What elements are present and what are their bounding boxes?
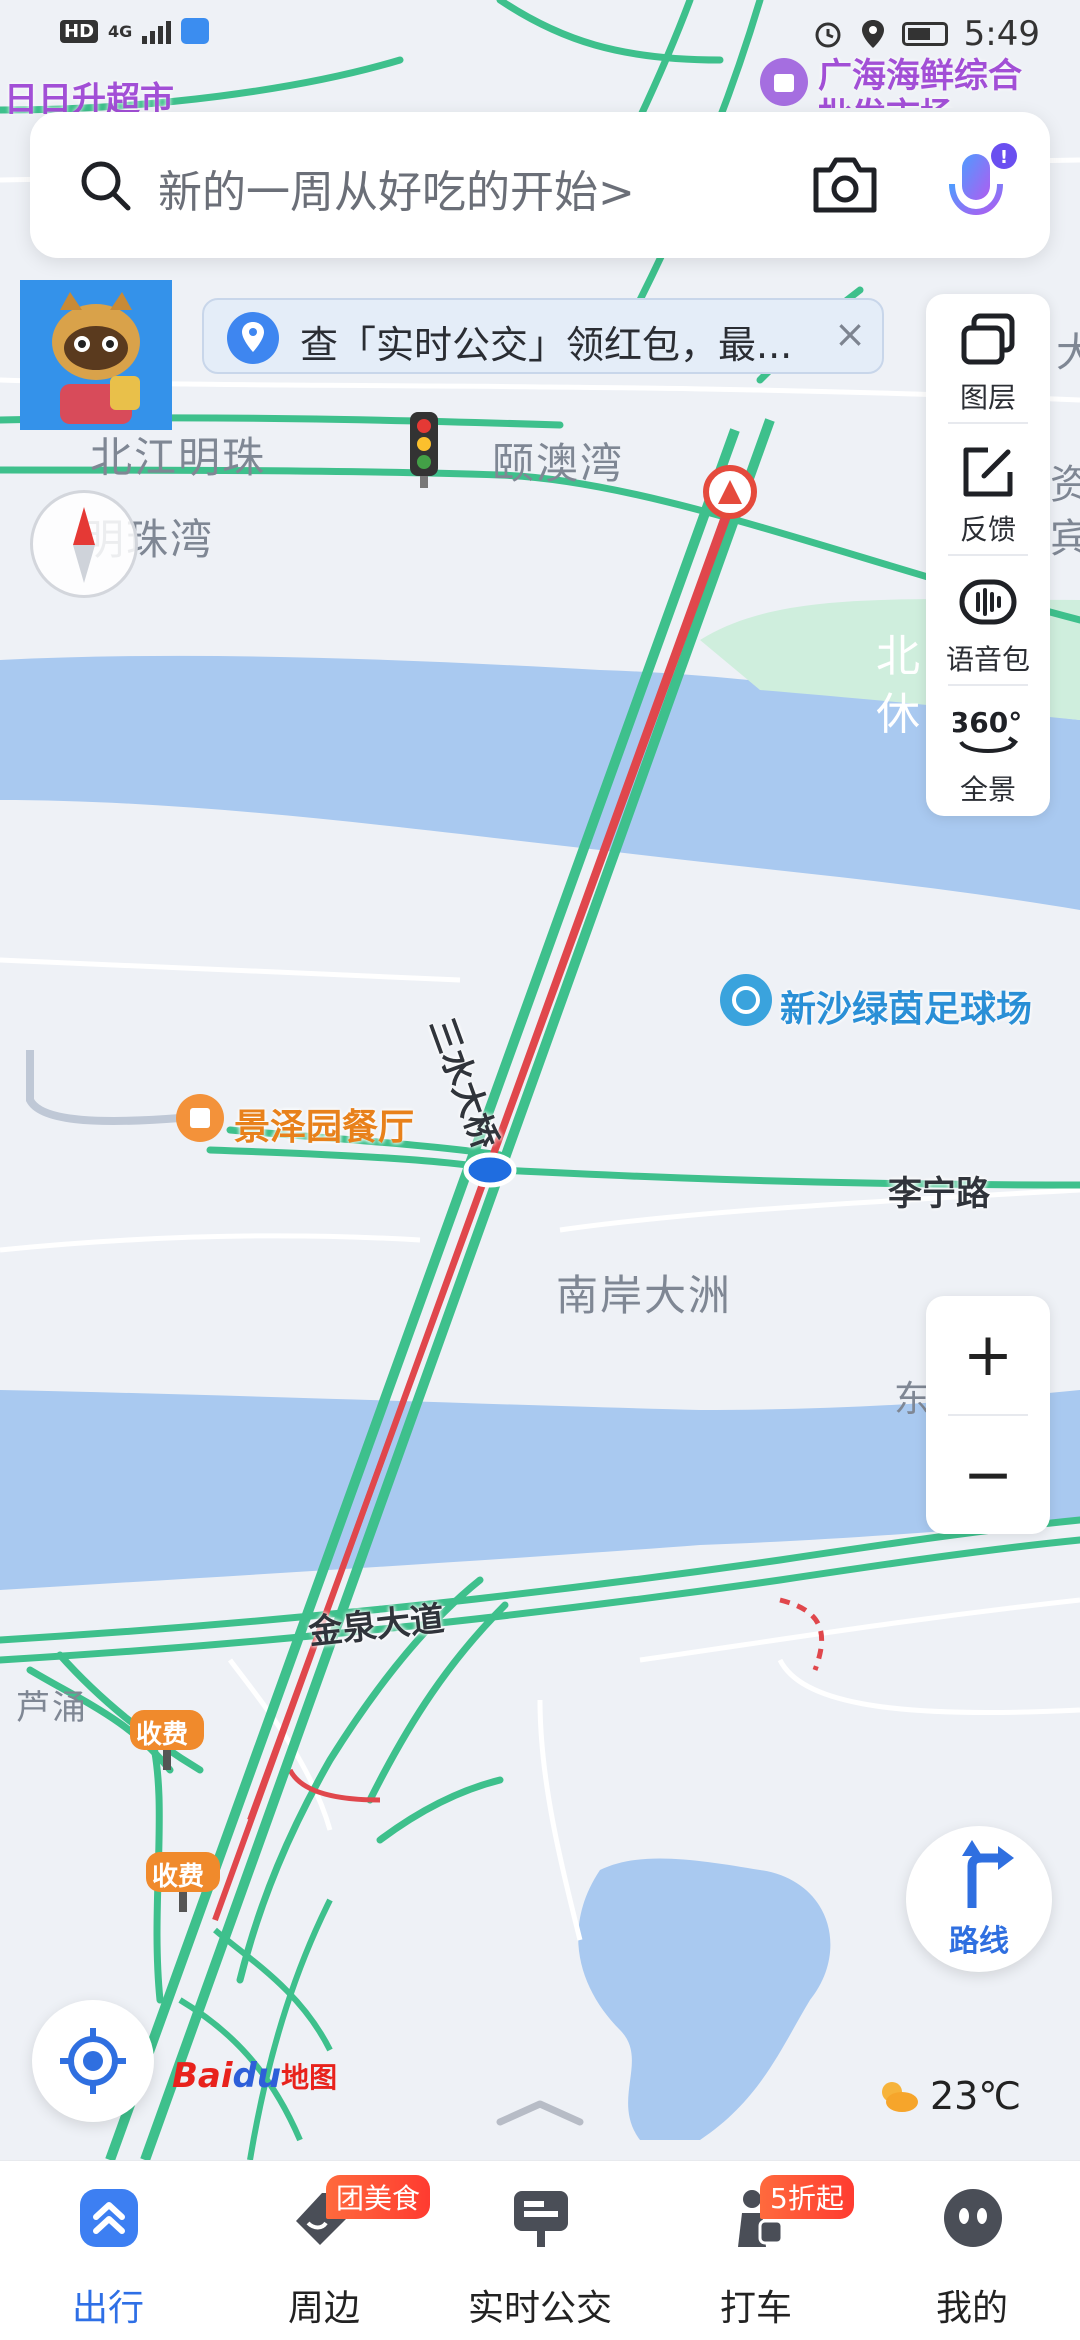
area-label-yiao-wan[interactable]: 颐澳湾 xyxy=(492,430,624,491)
battery-icon xyxy=(901,22,948,46)
weather-widget[interactable]: 23℃ xyxy=(876,2074,1021,2118)
temperature: 23℃ xyxy=(930,2074,1022,2118)
area-label-luyong[interactable]: 芦涌 xyxy=(16,1680,88,1729)
panorama-label: 全景 xyxy=(959,773,1016,806)
zoom-controls: + − xyxy=(926,1296,1050,1534)
camera-icon[interactable] xyxy=(810,152,880,216)
search-icon xyxy=(81,161,131,211)
route-button[interactable]: 路线 xyxy=(906,1826,1052,1972)
poi-xinsha-football-field[interactable]: 新沙绿茵足球场 xyxy=(780,980,1032,1032)
layers-label: 图层 xyxy=(959,381,1016,414)
restaurant-poi-icon xyxy=(176,1094,224,1142)
nearby-badge: 团美食 xyxy=(326,2175,431,2219)
raccoon-mascot-icon xyxy=(20,280,172,430)
baidu-map-logo: Baidu地图 xyxy=(172,2056,337,2096)
search-input[interactable]: 新的一周从好吃的开始> xyxy=(158,156,635,220)
drawer-handle-icon[interactable] xyxy=(490,2096,590,2126)
nav-label-realtime-bus: 实时公交 xyxy=(467,2288,612,2329)
compass-button[interactable] xyxy=(30,490,138,598)
panorama-360-glyph: 360° xyxy=(953,706,1022,739)
nav-tab-profile[interactable]: 我的 xyxy=(864,2161,1080,2340)
promo-banner-text: 查「实时公交」领红包，最... xyxy=(300,323,793,367)
panorama-360-icon: 360° xyxy=(953,706,1022,753)
feedback-icon xyxy=(963,447,1013,497)
edge-fragment: 资 xyxy=(1050,462,1080,508)
voice-pack-button[interactable]: 语音包 xyxy=(926,556,1050,686)
location-pin-icon xyxy=(227,312,279,364)
mascot-avatar[interactable] xyxy=(20,280,172,430)
map-tools-panel: 图层 反馈 语音包 360° 全景 xyxy=(926,294,1050,816)
taxi-badge: 5折起 xyxy=(760,2175,854,2219)
clock: 5:49 xyxy=(963,14,1040,54)
partly-cloudy-icon xyxy=(882,2082,918,2112)
toll-label: 收费 xyxy=(136,1720,189,1750)
poi-guanghai-seafood-line2[interactable]: 批发市场 xyxy=(818,88,954,108)
bottom-navigation: 出行 团美食 周边 实时公交 5折起 打车 我的 xyxy=(0,2160,1080,2340)
current-location-dot xyxy=(463,1152,517,1188)
profile-face-icon xyxy=(944,2189,1002,2247)
voice-pack-label: 语音包 xyxy=(945,643,1030,676)
area-label-nanan-dazhou[interactable]: 南岸大洲 xyxy=(556,1262,732,1323)
nav-tab-nearby[interactable]: 团美食 周边 xyxy=(216,2161,432,2340)
lake xyxy=(578,1858,831,2140)
nav-label-taxi: 打车 xyxy=(719,2288,792,2329)
travel-icon xyxy=(80,2189,138,2247)
close-icon[interactable]: × xyxy=(834,312,866,356)
edge-fragment: 宾 xyxy=(1050,516,1080,562)
edge-fragment: 北 xyxy=(876,631,922,682)
panorama-button[interactable]: 360° 全景 xyxy=(926,686,1050,816)
feedback-button[interactable]: 反馈 xyxy=(926,426,1050,556)
logo-part2: du xyxy=(232,2056,282,2096)
toll-label: 收费 xyxy=(152,1862,205,1892)
nav-label-travel: 出行 xyxy=(71,2288,144,2329)
nav-tab-travel[interactable]: 出行 xyxy=(0,2161,216,2340)
search-bar[interactable]: 新的一周从好吃的开始> ! xyxy=(30,112,1050,258)
stadium-poi-icon xyxy=(720,974,772,1026)
voice-assistant-mic-icon[interactable]: ! xyxy=(940,140,1020,236)
logo-part1: Bai xyxy=(172,2056,233,2096)
svg-text:!: ! xyxy=(1000,147,1008,168)
route-arrow-icon xyxy=(962,1840,1014,1908)
edge-fragment: 大 xyxy=(1056,330,1080,376)
nav-label-profile: 我的 xyxy=(935,2288,1008,2329)
status-bar: HD 4G 5:49 xyxy=(0,0,1080,72)
road-label-lining-lu: 李宁路 xyxy=(888,1174,990,1214)
edge-fragment: 休 xyxy=(876,689,922,740)
locate-icon xyxy=(60,2028,126,2094)
nav-tab-taxi[interactable]: 5折起 打车 xyxy=(648,2161,864,2340)
layers-button[interactable]: 图层 xyxy=(926,294,1050,424)
divider xyxy=(948,422,1028,424)
zoom-in-button[interactable]: + xyxy=(926,1296,1050,1414)
route-label: 路线 xyxy=(949,1924,1009,1959)
poi-jingzeyuan-restaurant[interactable]: 景泽园餐厅 xyxy=(234,1098,414,1150)
logo-part3: 地图 xyxy=(281,2061,338,2094)
bus-stop-icon xyxy=(514,2191,568,2247)
location-status-icon xyxy=(861,20,884,48)
compass-icon xyxy=(73,507,95,583)
area-label-beijiang-mingzhu[interactable]: 北江明珠 xyxy=(90,424,266,485)
zoom-out-button[interactable]: − xyxy=(926,1416,1050,1534)
weather-app-icon xyxy=(181,18,210,44)
nav-label-nearby: 周边 xyxy=(287,2288,360,2329)
road-construction-icon xyxy=(703,465,757,519)
nav-tab-realtime-bus[interactable]: 实时公交 xyxy=(432,2161,648,2340)
feedback-label: 反馈 xyxy=(959,513,1016,546)
hd-badge: HD xyxy=(60,19,99,43)
voice-pack-icon xyxy=(959,579,1017,625)
locate-me-button[interactable] xyxy=(32,2000,154,2122)
promo-banner[interactable]: 查「实时公交」领红包，最... × xyxy=(202,298,884,374)
network-type: 4G xyxy=(108,21,133,41)
signal-icon xyxy=(142,18,172,44)
layers-icon xyxy=(961,313,1015,365)
alarm-icon xyxy=(815,22,841,48)
